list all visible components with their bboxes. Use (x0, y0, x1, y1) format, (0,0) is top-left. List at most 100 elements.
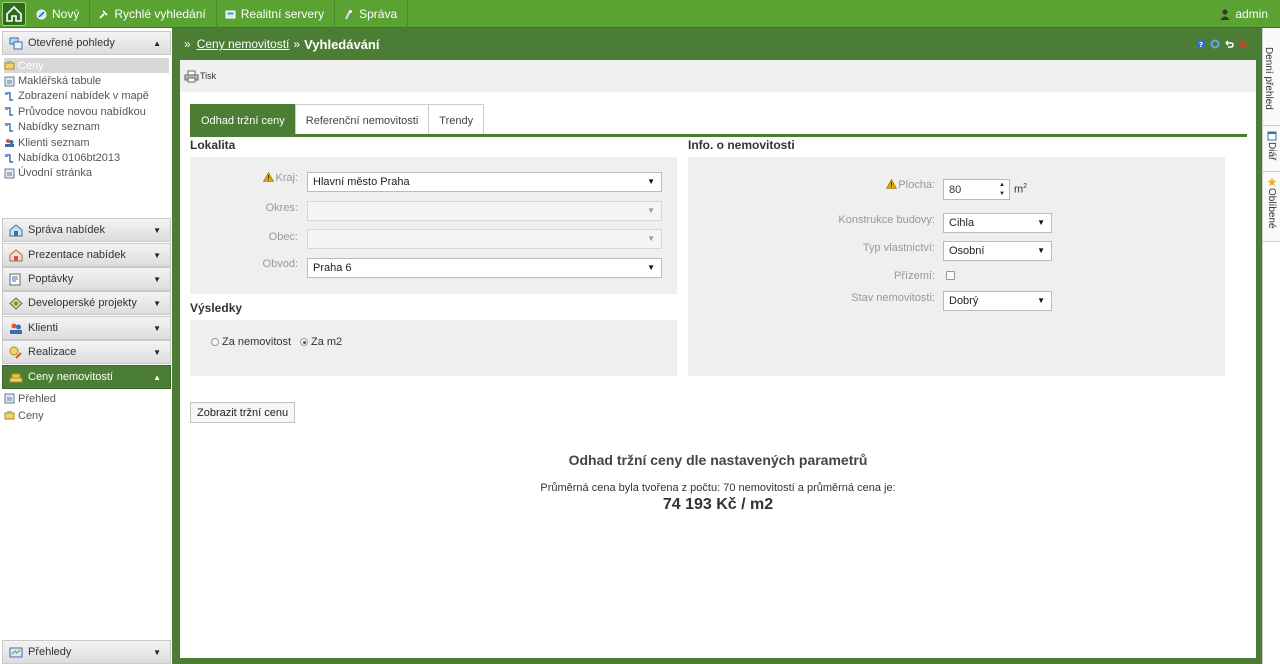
radio-per-m2-input[interactable] (300, 338, 308, 346)
user-name: admin (1235, 7, 1268, 21)
new-icon (36, 9, 47, 20)
tab-trends[interactable]: Trendy (428, 104, 485, 136)
section-realization[interactable]: Realizace ▼ (2, 340, 171, 364)
admin-tools-icon (343, 9, 354, 20)
presentation-icon (9, 248, 23, 262)
left-sidebar: Otevřené pohledy ▲ Ceny Makléřská tabule… (0, 28, 174, 664)
overviews-icon (9, 646, 23, 659)
obec-label: Obec: (268, 231, 298, 243)
wizard-icon (4, 106, 15, 117)
collapse-up-icon: ▲ (153, 373, 161, 382)
help-icon[interactable]: ? (1196, 38, 1206, 49)
user-menu[interactable]: admin (1220, 0, 1268, 28)
close-icon[interactable] (1238, 38, 1248, 48)
stav-select-value: Dobrý (949, 295, 979, 307)
tab-reference-properties[interactable]: Referenční nemovitosti (294, 104, 430, 136)
list-item[interactable]: Nabídky seznam (4, 120, 169, 135)
expand-down-icon: ▼ (153, 324, 161, 333)
kraj-select-value: Hlavní město Praha (313, 176, 410, 188)
list-item[interactable]: Zobrazení nabídek v mapě (4, 89, 169, 104)
print-icon[interactable] (184, 70, 199, 83)
expand-down-icon: ▼ (153, 275, 161, 284)
collapse-up-icon: ▲ (153, 39, 161, 48)
tab-daily-overview[interactable]: Denní přehled (1263, 28, 1280, 126)
stepper-up-icon[interactable]: ▲ (998, 181, 1006, 190)
plocha-label: Plocha: (688, 178, 935, 191)
realization-icon (9, 346, 23, 359)
refresh-icon[interactable] (1210, 38, 1220, 49)
tab-diary[interactable]: Diář (1263, 126, 1280, 172)
tab-market-price-estimate[interactable]: Odhad tržní ceny (190, 104, 296, 136)
menu-real-estate-servers[interactable]: Realitní servery (217, 0, 336, 28)
radio-per-m2[interactable]: Za m2 (300, 336, 342, 348)
chevron-down-icon: ▼ (647, 206, 655, 215)
list-item[interactable]: Makléřská tabule (4, 73, 169, 88)
demands-icon (9, 273, 23, 286)
section-overviews[interactable]: Přehledy ▼ (2, 640, 171, 664)
top-bar: Nový Rychlé vyhledání Realitní servery S… (0, 0, 1280, 28)
section-property-prices[interactable]: Ceny nemovitostí ▲ (2, 365, 171, 389)
konstrukce-label: Konstrukce budovy: (838, 214, 935, 226)
show-market-price-button[interactable]: Zobrazit tržní cenu (190, 402, 296, 423)
list-item[interactable]: Ceny (4, 407, 169, 424)
board-icon (4, 76, 15, 87)
konstrukce-select-value: Cihla (949, 217, 975, 229)
section-clients[interactable]: Klienti ▼ (2, 316, 171, 340)
radio-per-property[interactable]: Za nemovitost (211, 336, 291, 348)
section-offers-presentation[interactable]: Prezentace nabídek ▼ (2, 243, 171, 267)
obvod-label: Obvod: (262, 258, 298, 270)
undo-icon[interactable] (1224, 38, 1234, 48)
menu-new[interactable]: Nový (28, 0, 91, 28)
main-panel: » Ceny nemovitostí » Vyhledávání ? Tisk … (174, 28, 1262, 664)
list-item[interactable]: Průvodce novou nabídkou (4, 104, 169, 119)
obec-select[interactable]: ▼ (307, 229, 662, 249)
stepper-arrows[interactable]: ▲ ▼ (998, 181, 1006, 199)
kraj-select[interactable]: Hlavní město Praha ▼ (307, 172, 662, 192)
print-button[interactable]: Tisk (200, 71, 216, 81)
breadcrumb-link-property-prices[interactable]: Ceny nemovitostí (197, 37, 290, 51)
section-demands[interactable]: Poptávky ▼ (2, 267, 171, 291)
home-logo-icon[interactable] (2, 2, 26, 26)
overview-icon (4, 393, 15, 404)
konstrukce-select[interactable]: Cihla ▼ (943, 213, 1052, 233)
list-item[interactable]: Nabídka 0106bt2013 (4, 150, 169, 165)
offer-icon (4, 153, 15, 164)
tab-underline (190, 134, 1247, 137)
chevron-down-icon: ▼ (647, 234, 655, 243)
toolbar: Tisk (180, 60, 1256, 92)
menu-quick-search[interactable]: Rychlé vyhledání (90, 0, 217, 28)
open-views-list: Ceny Makléřská tabule Zobrazení nabídek … (4, 58, 169, 181)
section-offers-admin[interactable]: Správa nabídek ▼ (2, 218, 171, 242)
menu-real-estate-servers-label: Realitní servery (240, 7, 325, 21)
menu-admin[interactable]: Správa (335, 0, 409, 28)
developer-projects-icon (9, 296, 23, 310)
chevron-down-icon: ▼ (647, 263, 655, 272)
stepper-down-icon[interactable]: ▼ (998, 190, 1006, 199)
plocha-input[interactable]: 80 ▲ ▼ (943, 179, 1010, 200)
radio-per-property-input[interactable] (211, 338, 219, 346)
chevron-down-icon: ▼ (1037, 246, 1045, 255)
section-developer-projects[interactable]: Developerské projekty ▼ (2, 291, 171, 315)
estimate-text: Průměrná cena byla tvořena z počtu: 70 n… (540, 482, 896, 494)
list-item[interactable]: Úvodní stránka (4, 166, 169, 181)
obvod-select[interactable]: Praha 6 ▼ (307, 258, 662, 278)
stav-label: Stav nemovitosti: (851, 292, 935, 304)
tab-favorites[interactable]: Oblíbené (1263, 172, 1280, 242)
open-views-header[interactable]: Otevřené pohledy ▲ (2, 31, 171, 55)
prizemi-checkbox[interactable] (946, 271, 955, 280)
list-item[interactable]: Klienti seznam (4, 135, 169, 150)
vlastnictvi-select[interactable]: Osobní ▼ (943, 241, 1052, 261)
stav-select[interactable]: Dobrý ▼ (943, 291, 1052, 311)
vlastnictvi-label: Typ vlastnictví: (862, 242, 935, 254)
list-item[interactable]: Ceny (4, 58, 169, 74)
home-page-icon (4, 168, 15, 179)
breadcrumb-separator: » (293, 37, 301, 51)
expand-down-icon: ▼ (153, 299, 161, 308)
chevron-down-icon: ▼ (647, 177, 655, 186)
property-info-title: Info. o nemovitosti (688, 138, 795, 152)
list-item[interactable]: Přehled (4, 390, 169, 407)
menu-admin-label: Správa (359, 7, 398, 21)
quick-search-icon (98, 9, 109, 20)
page-title: Vyhledávání (304, 36, 380, 52)
okres-select[interactable]: ▼ (307, 201, 662, 221)
